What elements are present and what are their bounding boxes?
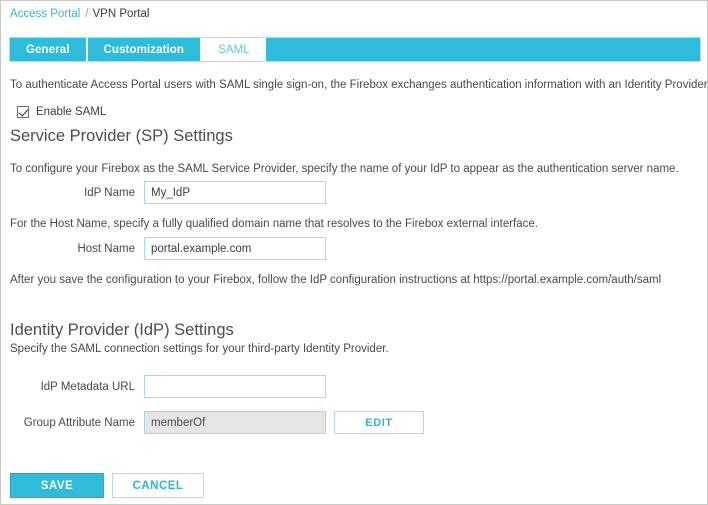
tab-saml[interactable]: SAML xyxy=(202,38,266,61)
breadcrumb-link-access-portal[interactable]: Access Portal xyxy=(10,8,80,20)
idp-section-title: Identity Provider (IdP) Settings xyxy=(10,321,234,340)
checkbox-icon[interactable] xyxy=(17,106,29,118)
tab-general[interactable]: General xyxy=(10,38,88,61)
idp-name-label: IdP Name xyxy=(10,187,144,199)
host-name-row: Host Name xyxy=(10,237,326,260)
idp-metadata-url-input[interactable] xyxy=(144,375,326,398)
idp-metadata-url-row: IdP Metadata URL xyxy=(10,375,326,398)
tab-bar: General Customization SAML xyxy=(9,37,701,62)
form-actions: SAVE CANCEL xyxy=(10,473,204,498)
group-attribute-name-input[interactable] xyxy=(144,411,326,434)
group-attribute-name-label: Group Attribute Name xyxy=(10,417,144,429)
tab-bar-filler xyxy=(266,38,700,61)
intro-text: To authenticate Access Portal users with… xyxy=(10,78,708,93)
sp-section-title: Service Provider (SP) Settings xyxy=(10,127,233,146)
breadcrumb: Access Portal / VPN Portal xyxy=(10,7,149,21)
idp-name-input[interactable] xyxy=(144,181,326,204)
edit-button[interactable]: EDIT xyxy=(334,411,424,434)
enable-saml-checkbox-row[interactable]: Enable SAML xyxy=(17,106,106,118)
breadcrumb-separator: / xyxy=(85,8,88,20)
idp-name-row: IdP Name xyxy=(10,181,326,204)
enable-saml-label: Enable SAML xyxy=(36,106,106,118)
access-portal-saml-page: Access Portal / VPN Portal General Customi… xyxy=(0,0,708,505)
sp-idp-name-help: To configure your Firebox as the SAML Se… xyxy=(10,162,679,177)
idp-metadata-url-label: IdP Metadata URL xyxy=(10,381,144,393)
host-name-label: Host Name xyxy=(10,243,144,255)
idp-section-help: Specify the SAML connection settings for… xyxy=(10,342,389,357)
sp-host-name-help: For the Host Name, specify a fully quali… xyxy=(10,217,538,232)
tab-customization[interactable]: Customization xyxy=(88,38,203,61)
breadcrumb-current-vpn-portal: VPN Portal xyxy=(93,8,150,20)
sp-after-save-help: After you save the configuration to your… xyxy=(10,273,661,288)
save-button[interactable]: SAVE xyxy=(10,473,104,498)
group-attribute-name-row: Group Attribute Name EDIT xyxy=(10,411,424,434)
cancel-button[interactable]: CANCEL xyxy=(112,473,204,498)
host-name-input[interactable] xyxy=(144,237,326,260)
